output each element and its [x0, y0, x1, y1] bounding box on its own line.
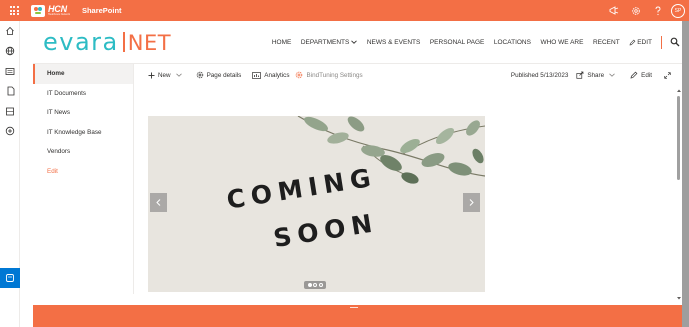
edit-page-button[interactable]: Edit	[630, 71, 652, 79]
nav-departments-label: DEPARTMENTS	[300, 38, 350, 46]
bindtuning-gear-icon	[296, 71, 303, 79]
left-nav: Home IT Documents IT News IT Knowledge B…	[33, 64, 134, 294]
nav-divider	[661, 35, 662, 49]
nav-recent[interactable]: RECENT	[593, 39, 620, 46]
add-circle-icon[interactable]	[0, 121, 20, 141]
brand-mark-icon	[31, 4, 45, 17]
command-bar: New Page details Analytics BindTuning Se…	[134, 64, 682, 86]
help-icon[interactable]	[647, 0, 669, 21]
bindtuning-settings-button[interactable]: BindTuning Settings	[295, 71, 363, 79]
news-icon[interactable]	[0, 61, 20, 81]
chevron-down-icon	[609, 73, 615, 77]
scroll-up-icon[interactable]	[676, 88, 682, 93]
chevron-down-icon	[351, 40, 358, 44]
list-icon[interactable]	[0, 101, 20, 121]
nav-edit-label: EDIT	[637, 38, 652, 46]
leftnav-item-vendors[interactable]: Vendors	[33, 142, 133, 162]
expand-icon[interactable]	[664, 71, 674, 79]
eucalyptus-branch-image	[148, 116, 485, 292]
share-icon	[576, 71, 584, 79]
scroll-thumb[interactable]	[677, 96, 680, 180]
home-icon[interactable]	[0, 21, 20, 41]
nav-locations[interactable]: LOCATIONS	[494, 39, 531, 46]
suite-bar: HCN Healthcare Network SharePoint SP	[0, 0, 689, 21]
hero-carousel[interactable]: COMING SOON	[148, 116, 485, 292]
bindtuning-settings-label: BindTuning Settings	[306, 71, 363, 79]
leftnav-item-home[interactable]: Home	[33, 64, 133, 84]
footer-expand-handle[interactable]	[350, 307, 358, 308]
page-scrollbar[interactable]	[676, 88, 682, 304]
brand-logo[interactable]: HCN Healthcare Network	[31, 4, 70, 17]
chevron-down-icon	[175, 73, 182, 77]
carousel-dot-2[interactable]	[313, 283, 317, 287]
globe-icon[interactable]	[0, 41, 20, 61]
carousel-dot-1[interactable]	[307, 283, 312, 287]
app-bar-active-icon[interactable]	[0, 268, 20, 288]
published-status: Published 5/13/2023	[510, 71, 569, 79]
carousel-prev-button[interactable]	[150, 193, 167, 212]
logo-evara: evara	[43, 28, 119, 56]
document-icon[interactable]	[0, 81, 20, 101]
gear-icon[interactable]	[625, 0, 647, 21]
site-header: evara NET HOME DEPARTMENTS NEWS & EVENTS…	[33, 21, 682, 64]
new-button[interactable]: New	[148, 72, 185, 79]
avatar[interactable]: SP	[671, 3, 685, 18]
app-name[interactable]: SharePoint	[82, 6, 122, 15]
share-label: Share	[587, 71, 605, 79]
logo-net: NET	[127, 31, 172, 55]
share-button[interactable]: Share	[576, 71, 618, 79]
gear-icon	[196, 71, 203, 79]
analytics-button[interactable]: Analytics	[252, 72, 289, 79]
analytics-label: Analytics	[264, 71, 290, 79]
pencil-icon	[629, 39, 636, 45]
leftnav-item-it-news[interactable]: IT News	[33, 103, 133, 123]
carousel-next-button[interactable]	[463, 193, 480, 212]
carousel-pagination	[304, 281, 326, 289]
page-details-label: Page details	[206, 71, 242, 79]
nav-home[interactable]: HOME	[272, 39, 292, 46]
megaphone-icon[interactable]	[603, 0, 625, 21]
brand-subtitle: Healthcare Network	[48, 12, 70, 16]
carousel-dot-3[interactable]	[318, 283, 323, 287]
waffle-icon[interactable]	[0, 0, 28, 21]
nav-departments[interactable]: DEPARTMENTS	[301, 39, 358, 46]
footer	[33, 305, 682, 327]
new-button-label: New	[158, 71, 171, 79]
chevron-left-icon	[156, 199, 161, 206]
leftnav-edit-link[interactable]: Edit	[33, 162, 133, 182]
pencil-icon	[630, 71, 638, 79]
site-logo[interactable]: evara NET	[43, 30, 171, 54]
leftnav-item-it-knowledge-base[interactable]: IT Knowledge Base	[33, 123, 133, 143]
scroll-down-icon[interactable]	[676, 296, 682, 301]
nav-edit[interactable]: EDIT	[629, 39, 652, 46]
edit-page-label: Edit	[641, 71, 652, 79]
page-details-button[interactable]: Page details	[196, 71, 242, 79]
nav-personal-page[interactable]: PERSONAL PAGE	[430, 39, 485, 46]
chevron-right-icon	[469, 199, 474, 206]
top-nav: HOME DEPARTMENTS NEWS & EVENTS PERSONAL …	[262, 21, 682, 64]
plus-icon	[148, 72, 155, 78]
leftnav-item-it-documents[interactable]: IT Documents	[33, 84, 133, 104]
nav-who-we-are[interactable]: WHO WE ARE	[540, 39, 583, 46]
search-icon[interactable]	[668, 37, 682, 47]
analytics-icon	[252, 71, 262, 79]
nav-news-events[interactable]: NEWS & EVENTS	[367, 39, 420, 46]
logo-divider	[122, 32, 125, 52]
